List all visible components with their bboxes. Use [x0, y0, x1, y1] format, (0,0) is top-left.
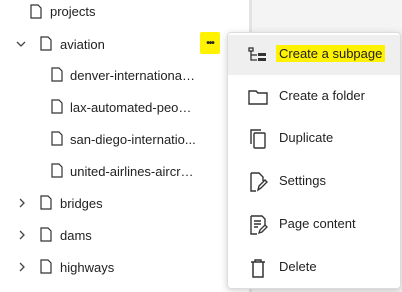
tree-item-label: bridges [60, 196, 103, 211]
chevron-right-icon[interactable] [16, 197, 28, 209]
menu-item-label: Settings [279, 173, 326, 188]
tree-item-label: projects [50, 4, 96, 19]
menu-item-label: Delete [279, 259, 317, 274]
page-icon [40, 195, 52, 210]
chevron-right-icon[interactable] [16, 261, 28, 273]
menu-item-label: Create a subpage [276, 45, 386, 62]
menu-item-create-folder[interactable]: Create a folder [228, 77, 400, 117]
page-tree: projects aviation denver-international-.… [0, 0, 250, 292]
tree-item-dams[interactable]: dams [0, 221, 245, 249]
menu-item-duplicate[interactable]: Duplicate [228, 119, 400, 159]
page-icon [30, 4, 42, 19]
tree-item-label: lax-automated-peopl... [70, 100, 196, 115]
page-content-icon [250, 215, 268, 235]
menu-item-settings[interactable]: Settings [228, 162, 400, 202]
settings-icon [250, 172, 268, 192]
tree-item-highways[interactable]: highways [0, 253, 245, 281]
tree-item-label: highways [60, 260, 115, 275]
menu-item-label: Create a folder [279, 88, 365, 103]
tree-item-denver[interactable]: denver-international-... [0, 61, 245, 89]
menu-item-create-subpage[interactable]: Create a subpage [228, 35, 400, 75]
tree-item-label: dams [60, 228, 92, 243]
more-horizontal-icon: ••• [206, 37, 214, 49]
menu-item-label: Duplicate [279, 130, 334, 145]
page-icon [51, 67, 63, 82]
page-icon [51, 163, 63, 178]
page-icon [40, 259, 52, 274]
create-subpage-icon [248, 47, 266, 61]
tree-item-label: aviation [60, 37, 105, 52]
tree-item-label: san-diego-internatio... [70, 132, 196, 147]
tree-item-label: united-airlines-aircra... [70, 164, 196, 179]
tree-item-bridges[interactable]: bridges [0, 189, 245, 217]
tree-item-projects[interactable]: projects [0, 0, 245, 26]
tree-item-label: denver-international-... [70, 68, 196, 83]
context-menu: Create a subpage Create a folder Duplica… [227, 32, 401, 289]
page-icon [40, 227, 52, 242]
chevron-down-icon[interactable] [15, 38, 27, 50]
menu-item-delete[interactable]: Delete [228, 248, 400, 288]
tree-item-san-diego[interactable]: san-diego-internatio... [0, 125, 245, 153]
page-icon [51, 99, 63, 114]
tree-item-united-airlines[interactable]: united-airlines-aircra... [0, 157, 245, 185]
duplicate-icon [250, 129, 266, 149]
tree-item-lax[interactable]: lax-automated-peopl... [0, 93, 245, 121]
folder-icon [248, 90, 268, 105]
trash-icon [251, 259, 265, 278]
menu-item-label: Page content [279, 216, 356, 231]
page-icon [40, 36, 52, 51]
menu-item-page-content[interactable]: Page content [228, 205, 400, 245]
more-options-button[interactable]: ••• [200, 32, 220, 54]
chevron-right-icon[interactable] [16, 229, 28, 241]
page-icon [51, 131, 63, 146]
